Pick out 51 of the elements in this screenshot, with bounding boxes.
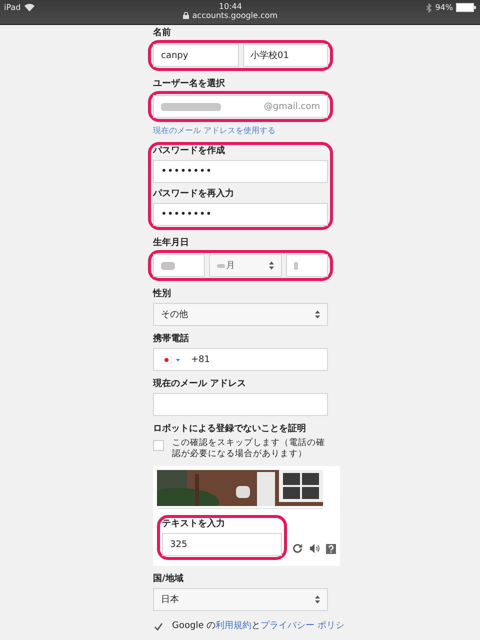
flag-dropdown-icon[interactable] [161,356,181,364]
field-label: パスワードを再入力 [153,189,235,200]
blurred-text-drawing [294,260,298,270]
battery-icon [456,3,476,12]
bluetooth-icon [426,2,432,12]
day-field[interactable] [286,254,328,277]
field-label: ロボットによる登録でないことを証明 [153,424,307,435]
month-unit: 月 [226,260,235,272]
password-field[interactable]: •••••••• [153,203,328,226]
captcha-input[interactable]: 325 [162,533,282,556]
battery-percent: 94% [435,3,453,12]
field-label: 生年月日 [153,238,190,249]
select-arrows-icon [315,595,320,604]
speaker-icon[interactable] [309,543,320,554]
blurred-text-drawing [161,260,175,270]
select-arrows-icon [269,261,274,270]
device-name: iPad [4,3,21,12]
url-text: accounts.google.com [192,11,278,20]
password-field[interactable]: •••••••• [153,160,328,183]
clock: 10:44 [218,2,242,11]
checkbox-label: この確認をスキップします（電話の確認が必要になる場合があります） [172,438,326,460]
terms-link[interactable]: プライバシー ポリシ [260,621,344,631]
help-icon[interactable] [326,544,336,554]
select-field[interactable]: その他 [153,303,328,326]
blurred-text-drawing [217,262,225,268]
input-field[interactable] [153,393,328,416]
field-label: パスワードを作成 [153,146,226,157]
checkbox[interactable] [153,621,164,632]
use-current-email-link[interactable]: 現在のメール アドレスを使用する [153,125,328,136]
blurred-text-drawing [161,102,221,112]
select-field[interactable]: 日本 [153,588,328,611]
year-field[interactable] [153,254,205,277]
field-label: 国/地域 [153,574,184,585]
field-label: 性別 [153,289,172,300]
field-label: 携帯電話 [153,334,190,345]
month-select[interactable]: 月 [209,254,282,277]
refresh-icon[interactable] [292,543,303,554]
field-label: 名前 [153,28,172,39]
input-field[interactable]: @gmail.com [153,95,328,118]
terms-agreement-text: Google の利用規約 と プライバシー ポリシ [172,619,344,632]
field-label: ユーザー名を選択 [153,79,226,90]
field-label: 現在のメール アドレス [153,379,248,390]
field-label: テキストを入力 [162,519,226,530]
domain-suffix: @gmail.com [264,102,320,112]
phone-field[interactable]: +81 [153,348,328,371]
input-field[interactable]: canpy [153,44,238,67]
select-arrows-icon [315,310,320,319]
lock-icon [183,12,190,19]
terms-link[interactable]: 利用規約 [216,621,252,631]
wifi-icon [24,3,35,12]
input-field[interactable]: 小学校01 [242,44,328,67]
